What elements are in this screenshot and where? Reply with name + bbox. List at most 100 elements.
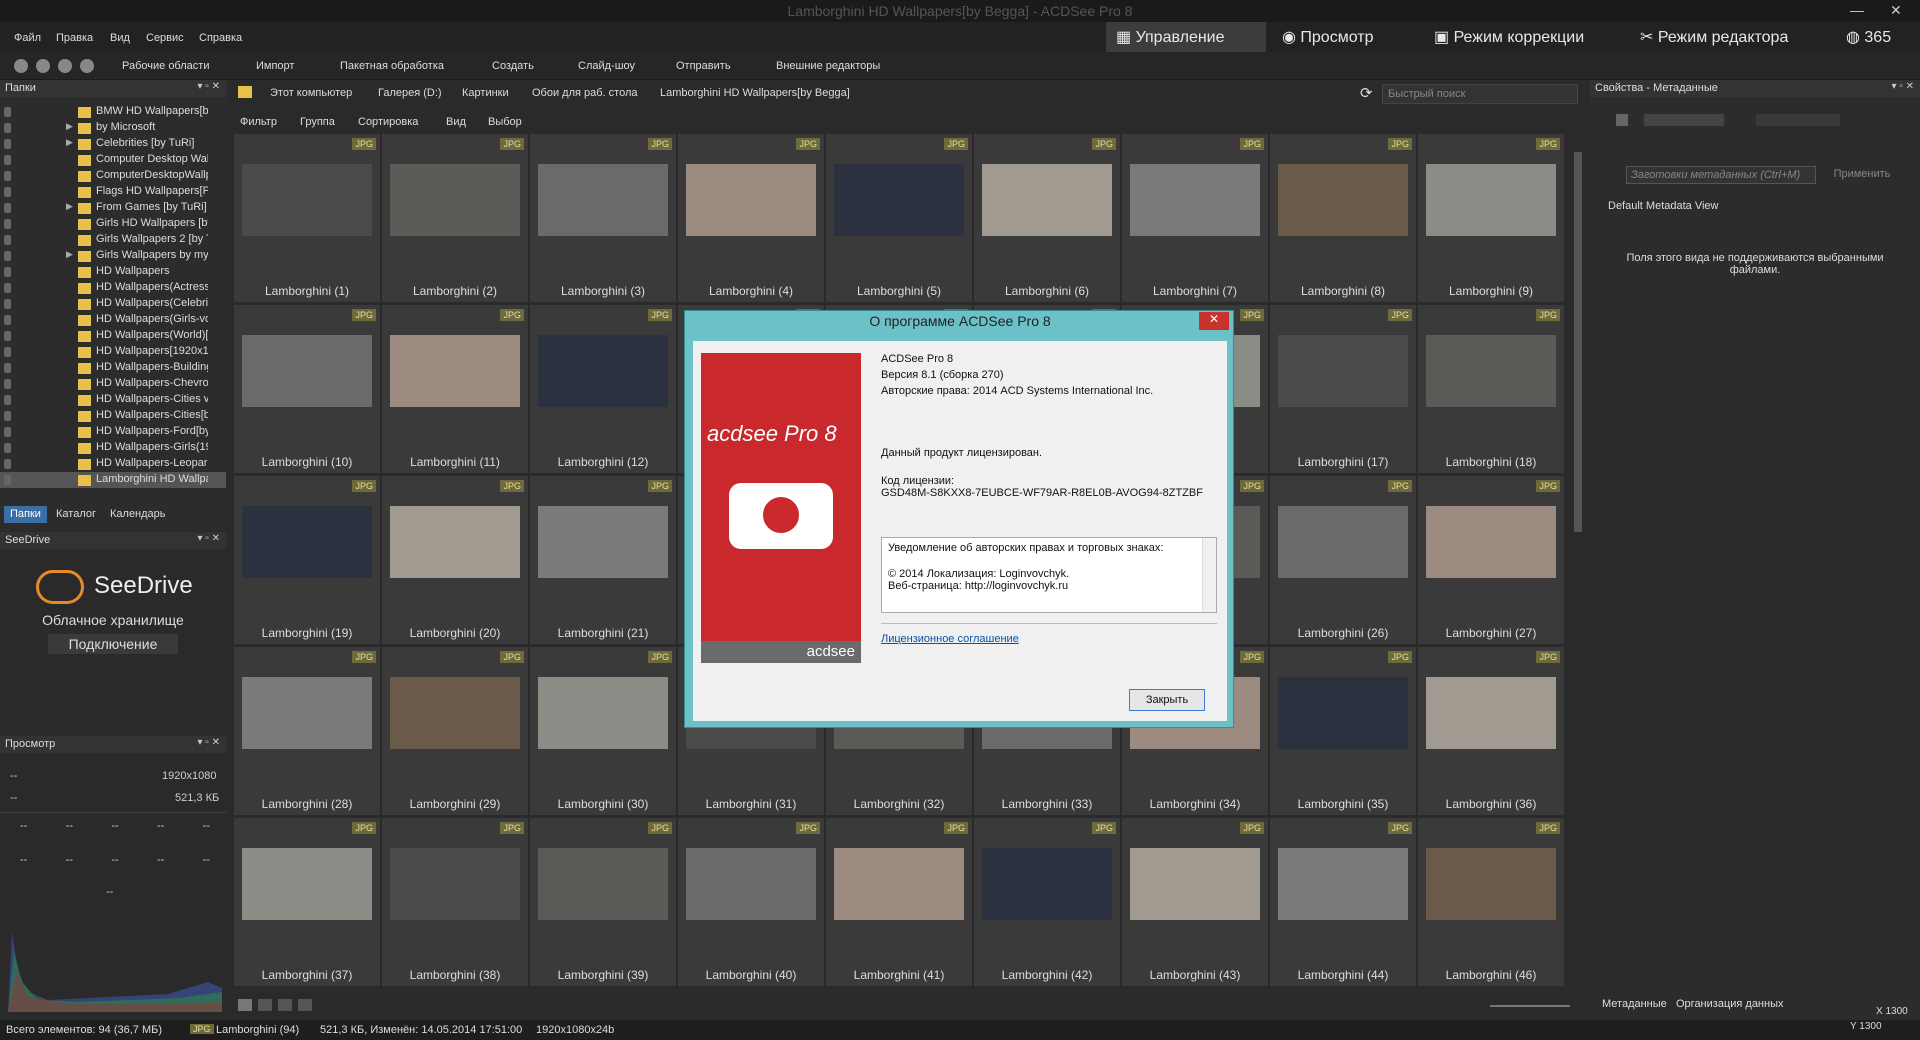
pin-icon[interactable]: [4, 267, 11, 277]
folder-item[interactable]: Flags HD Wallpapers[P: [0, 184, 226, 200]
menu-file[interactable]: Файл: [14, 32, 41, 44]
folder-item[interactable]: HD Wallpapers(Celebri: [0, 296, 226, 312]
pin-icon[interactable]: [4, 363, 11, 373]
breadcrumb-item[interactable]: Этот компьютер: [270, 87, 352, 99]
pin-icon[interactable]: [4, 299, 11, 309]
notice-scrollbar[interactable]: [1202, 538, 1216, 612]
thumbnail[interactable]: JPG Lamborghini (44): [1270, 818, 1416, 986]
rotate-icon[interactable]: [278, 999, 292, 1011]
folder-item[interactable]: ▶ From Games [by TuRi]: [0, 200, 226, 216]
pin-icon[interactable]: [4, 459, 11, 469]
pin-icon[interactable]: [4, 411, 11, 421]
thumbnail[interactable]: JPG Lamborghini (26): [1270, 476, 1416, 644]
checkbox-icon[interactable]: [1616, 114, 1628, 126]
pin-icon[interactable]: [4, 139, 11, 149]
quick-search-input[interactable]: Быстрый поиск: [1382, 84, 1578, 104]
zoom-slider[interactable]: [1490, 1005, 1570, 1007]
thumbnail[interactable]: JPG Lamborghini (36): [1418, 647, 1564, 815]
thumbnail[interactable]: JPG Lamborghini (11): [382, 305, 528, 473]
thumbnail[interactable]: JPG Lamborghini (39): [530, 818, 676, 986]
pin-icon[interactable]: [4, 379, 11, 389]
folder-item[interactable]: HD Wallpapers-Building: [0, 360, 226, 376]
folder-item[interactable]: HD Wallpapers[1920x1: [0, 344, 226, 360]
view-icon[interactable]: [238, 999, 252, 1011]
mode-edit-button[interactable]: ✂ Режим редактора: [1630, 22, 1830, 52]
tab-folders[interactable]: Папки: [4, 506, 47, 523]
pin-icon[interactable]: [4, 427, 11, 437]
refresh-icon[interactable]: ⟳: [1360, 84, 1373, 102]
pin-icon[interactable]: [4, 107, 11, 117]
thumbnail[interactable]: JPG Lamborghini (28): [234, 647, 380, 815]
sort-menu[interactable]: Сортировка: [358, 116, 418, 128]
folder-item[interactable]: BMW HD Wallpapers[b: [0, 104, 226, 120]
workspaces-menu[interactable]: Рабочие области: [122, 60, 209, 72]
folder-item[interactable]: ▶ by Microsoft: [0, 120, 226, 136]
license-agreement-link[interactable]: Лицензионное соглашение: [881, 633, 1019, 645]
folder-item[interactable]: ComputerDesktopWallp: [0, 168, 226, 184]
thumbnail[interactable]: JPG Lamborghini (35): [1270, 647, 1416, 815]
forward-icon[interactable]: [58, 59, 72, 73]
rotate-icon[interactable]: [258, 999, 272, 1011]
thumbnail[interactable]: JPG Lamborghini (42): [974, 818, 1120, 986]
create-menu[interactable]: Создать: [492, 60, 534, 72]
menu-help[interactable]: Справка: [199, 32, 242, 44]
notice-box[interactable]: Уведомление об авторских правах и торгов…: [881, 537, 1217, 613]
folder-item[interactable]: Girls Wallpapers 2 [by T: [0, 232, 226, 248]
folder-item[interactable]: HD Wallpapers(Girls-vol: [0, 312, 226, 328]
pin-icon[interactable]: [4, 443, 11, 453]
pin-icon[interactable]: [4, 171, 11, 181]
panel-controls-icon[interactable]: ▾ ▫ ✕: [198, 81, 221, 92]
folder-item[interactable]: Computer Desktop Wall: [0, 152, 226, 168]
mode-view-button[interactable]: ◉ Просмотр: [1272, 22, 1422, 52]
thumbnail[interactable]: JPG Lamborghini (38): [382, 818, 528, 986]
mode-365-button[interactable]: ◍ 365: [1836, 22, 1920, 52]
pin-icon[interactable]: [4, 315, 11, 325]
thumbnail[interactable]: JPG Lamborghini (46): [1418, 818, 1564, 986]
folder-item[interactable]: HD Wallpapers-Ford[by: [0, 424, 226, 440]
thumbnail[interactable]: JPG Lamborghini (43): [1122, 818, 1268, 986]
mode-manage-button[interactable]: ▦ Управление: [1106, 22, 1266, 52]
pin-icon[interactable]: [4, 155, 11, 165]
thumbnail[interactable]: JPG Lamborghini (12): [530, 305, 676, 473]
tab-catalog[interactable]: Каталог: [50, 506, 102, 523]
thumbnail[interactable]: JPG Lamborghini (7): [1122, 134, 1268, 302]
tab-organize[interactable]: Организация данных: [1676, 998, 1784, 1010]
thumbnail[interactable]: JPG Lamborghini (1): [234, 134, 380, 302]
thumbnail[interactable]: JPG Lamborghini (27): [1418, 476, 1564, 644]
select-menu[interactable]: Выбор: [488, 116, 522, 128]
breadcrumb-item[interactable]: Обои для раб. стола: [532, 87, 638, 99]
expand-icon[interactable]: ▶: [66, 121, 73, 132]
minimize-icon[interactable]: —: [1850, 2, 1864, 18]
folder-item[interactable]: HD Wallpapers: [0, 264, 226, 280]
menu-view[interactable]: Вид: [110, 32, 130, 44]
thumbnail[interactable]: JPG Lamborghini (40): [678, 818, 824, 986]
color-labels[interactable]: [1756, 114, 1840, 126]
breadcrumb-item[interactable]: Картинки: [462, 87, 509, 99]
home-icon[interactable]: [14, 59, 28, 73]
pin-icon[interactable]: [4, 475, 11, 485]
pin-icon[interactable]: [4, 123, 11, 133]
thumbnail[interactable]: JPG Lamborghini (30): [530, 647, 676, 815]
folder-item[interactable]: HD Wallpapers-Girls(19: [0, 440, 226, 456]
thumbnail[interactable]: JPG Lamborghini (21): [530, 476, 676, 644]
slideshow-menu[interactable]: Слайд-шоу: [578, 60, 635, 72]
batch-menu[interactable]: Пакетная обработка: [340, 60, 444, 72]
folder-item[interactable]: HD Wallpapers-Cities vo: [0, 392, 226, 408]
thumbnail[interactable]: JPG Lamborghini (29): [382, 647, 528, 815]
pin-icon[interactable]: [4, 187, 11, 197]
panel-controls-icon[interactable]: ▾ ▫ ✕: [198, 737, 221, 748]
thumbnail[interactable]: JPG Lamborghini (10): [234, 305, 380, 473]
metadata-view-select[interactable]: Default Metadata View: [1608, 200, 1718, 212]
folder-item[interactable]: HD Wallpapers-Cities[by: [0, 408, 226, 424]
close-icon[interactable]: ✕: [1890, 2, 1902, 19]
vertical-scrollbar[interactable]: [1572, 140, 1584, 990]
dialog-close-icon[interactable]: ✕: [1199, 312, 1229, 330]
thumbnail[interactable]: JPG Lamborghini (3): [530, 134, 676, 302]
thumbnail[interactable]: JPG Lamborghini (4): [678, 134, 824, 302]
tab-metadata[interactable]: Метаданные: [1602, 998, 1667, 1010]
pin-icon[interactable]: [4, 347, 11, 357]
breadcrumb-item[interactable]: Галерея (D:): [378, 87, 442, 99]
send-menu[interactable]: Отправить: [676, 60, 731, 72]
pin-icon[interactable]: [4, 283, 11, 293]
label-swatches[interactable]: [1644, 114, 1724, 126]
